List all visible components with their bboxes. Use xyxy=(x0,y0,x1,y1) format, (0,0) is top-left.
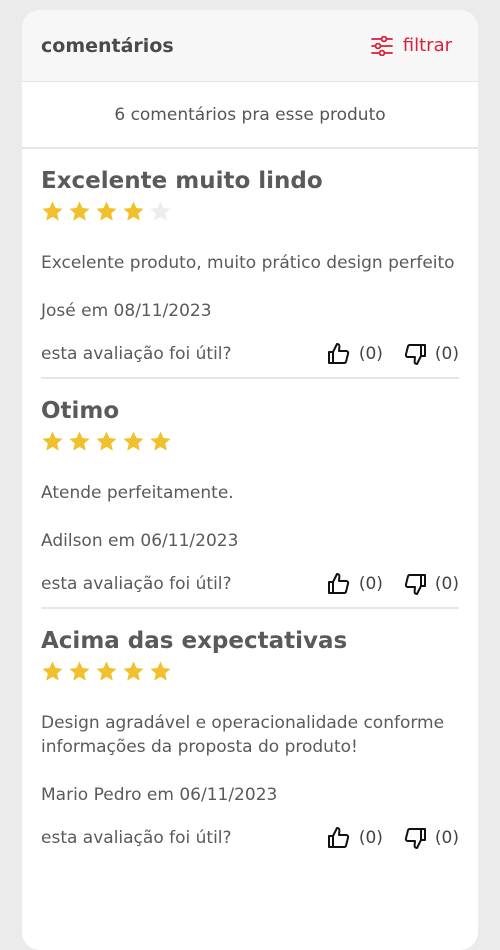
review-list: Excelente muito lindo Excelente produto,… xyxy=(22,149,478,861)
star-filled-icon xyxy=(123,201,144,221)
dislike-count: (0) xyxy=(434,828,459,848)
reviews-title: comentários xyxy=(41,34,174,57)
review-author-date: Mario Pedro em 06/11/2023 xyxy=(41,785,278,805)
review-author-date: Adilson em 06/11/2023 xyxy=(41,531,239,551)
filter-label: filtrar xyxy=(402,35,452,56)
dislike-count: (0) xyxy=(434,344,459,364)
star-filled-icon xyxy=(123,431,144,451)
star-filled-icon xyxy=(42,661,63,681)
thumbs-up-button[interactable]: (0) xyxy=(327,342,383,366)
star-rating xyxy=(41,200,459,224)
star-filled-icon xyxy=(69,201,90,221)
review-item: Otimo Atende perfeitamente. Adilson em 0… xyxy=(22,379,478,609)
like-count: (0) xyxy=(358,574,383,594)
review-title: Otimo xyxy=(41,398,120,424)
helpful-label: esta avaliação foi útil? xyxy=(41,344,232,364)
star-filled-icon xyxy=(42,201,63,221)
thumbs-down-button[interactable]: (0) xyxy=(403,342,459,366)
review-text: Design agradável e operacionalidade conf… xyxy=(41,713,445,757)
review-text: Excelente produto, muito prático design … xyxy=(41,253,455,273)
like-count: (0) xyxy=(358,828,383,848)
star-filled-icon xyxy=(96,201,117,221)
thumbs-up-icon xyxy=(327,572,351,596)
star-empty-icon xyxy=(150,201,171,221)
star-filled-icon xyxy=(150,431,171,451)
review-title: Acima das expectativas xyxy=(41,628,348,654)
review-title: Excelente muito lindo xyxy=(41,168,323,194)
like-count: (0) xyxy=(358,344,383,364)
star-filled-icon xyxy=(96,661,117,681)
thumbs-up-icon xyxy=(327,342,351,366)
helpful-label: esta avaliação foi útil? xyxy=(41,828,232,848)
thumbs-down-icon xyxy=(403,342,427,366)
reviews-header: comentários filtrar xyxy=(22,10,478,82)
review-item: Excelente muito lindo Excelente produto,… xyxy=(22,149,478,379)
helpful-row: esta avaliação foi útil? (0) (0) xyxy=(41,561,459,607)
thumbs-down-icon xyxy=(403,572,427,596)
star-filled-icon xyxy=(150,661,171,681)
star-filled-icon xyxy=(42,431,63,451)
helpful-row: esta avaliação foi útil? (0) (0) xyxy=(41,331,459,377)
reviews-card: comentários filtrar 6 comentários pra es… xyxy=(22,10,478,950)
thumbs-down-icon xyxy=(403,826,427,850)
thumbs-up-icon xyxy=(327,826,351,850)
star-filled-icon xyxy=(96,431,117,451)
star-filled-icon xyxy=(69,661,90,681)
thumbs-down-button[interactable]: (0) xyxy=(403,572,459,596)
review-item: Acima das expectativas Design agradável … xyxy=(22,609,478,861)
review-author-date: José em 08/11/2023 xyxy=(41,301,212,321)
star-rating xyxy=(41,430,459,454)
helpful-row: esta avaliação foi útil? (0) (0) xyxy=(41,815,459,861)
helpful-label: esta avaliação foi útil? xyxy=(41,574,232,594)
thumbs-down-button[interactable]: (0) xyxy=(403,826,459,850)
review-count: 6 comentários pra esse produto xyxy=(22,82,478,149)
sliders-icon xyxy=(370,35,393,56)
star-filled-icon xyxy=(69,431,90,451)
filter-button[interactable]: filtrar xyxy=(370,35,452,56)
thumbs-up-button[interactable]: (0) xyxy=(327,826,383,850)
thumbs-up-button[interactable]: (0) xyxy=(327,572,383,596)
star-rating xyxy=(41,660,459,684)
dislike-count: (0) xyxy=(434,574,459,594)
star-filled-icon xyxy=(123,661,144,681)
review-text: Atende perfeitamente. xyxy=(41,483,234,503)
